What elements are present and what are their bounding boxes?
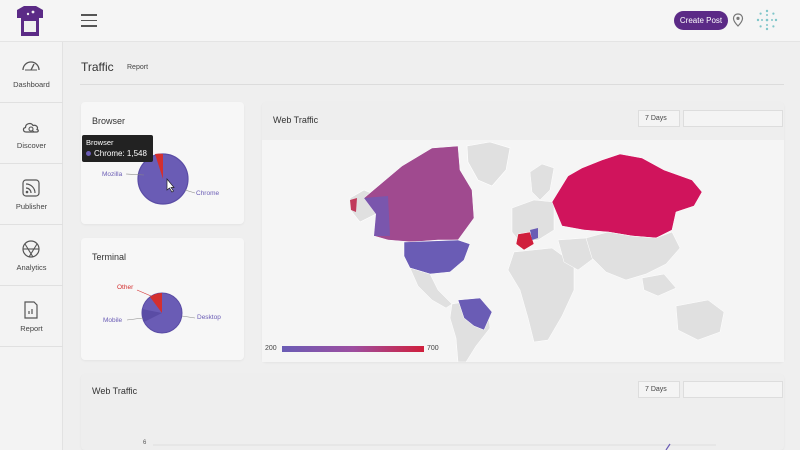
mobile-label: Mobile	[103, 317, 123, 324]
cloud-search-icon	[22, 122, 39, 133]
browser-pie-chart	[125, 153, 196, 205]
mobile-leader-line	[126, 317, 144, 321]
terminal-card: Terminal Other Mobile Desktop	[81, 238, 244, 360]
sidebar-item-discover[interactable]: Discover	[0, 103, 63, 164]
web-traffic-line-card: Web Traffic 7 Days 6	[81, 374, 784, 450]
chrome-leader-line	[184, 189, 196, 194]
tooltip-title: Browser	[86, 138, 114, 147]
region-alaska-west[interactable]	[350, 198, 357, 212]
region-russia[interactable]	[551, 153, 703, 239]
menu-toggle-icon[interactable]	[81, 14, 97, 27]
sidebar-item-label: Publisher	[15, 202, 48, 211]
chrome-label: Chrome	[196, 190, 220, 197]
top-bar: Create Post	[0, 0, 800, 42]
sidebar-item-label: Analytics	[16, 263, 47, 272]
page-title: Traffic	[81, 60, 114, 74]
legend-min-label: 200	[265, 345, 277, 352]
date-range-select[interactable]: 7 Days	[638, 110, 680, 127]
page-subtitle: Report	[127, 64, 149, 71]
sidebar-item-report[interactable]: Report	[0, 286, 63, 347]
sidebar-item-label: Report	[20, 324, 43, 333]
region-usa[interactable]	[403, 239, 471, 275]
desktop-leader-line	[181, 315, 196, 319]
create-post-button[interactable]: Create Post	[674, 11, 728, 30]
browser-card: Browser Mozilla Chrome	[81, 102, 244, 224]
sidebar-item-label: Dashboard	[13, 80, 50, 89]
world-map-svg	[349, 141, 725, 362]
region-greenland[interactable]	[466, 141, 511, 187]
mozilla-label: Mozilla	[102, 171, 123, 178]
logo-icon[interactable]	[11, 4, 49, 38]
web-traffic-title: Web Traffic	[273, 115, 319, 125]
date-range-input[interactable]	[683, 110, 783, 127]
color-scale-legend	[282, 346, 424, 352]
profile-logo-icon[interactable]	[755, 8, 779, 32]
chart-tooltip: Browser Chrome: 1,548	[82, 135, 153, 162]
document-chart-icon	[24, 301, 38, 319]
sidebar-item-dashboard[interactable]: Dashboard	[0, 42, 63, 103]
rss-icon	[22, 179, 40, 197]
desktop-label: Desktop	[197, 314, 221, 321]
sidebar-item-label: Discover	[16, 141, 47, 150]
web-traffic-map-card: Web Traffic 7 Days	[262, 102, 784, 362]
gauge-icon	[22, 61, 40, 71]
sidebar-item-analytics[interactable]: Analytics	[0, 225, 63, 286]
tooltip-value-row: Chrome: 1,548	[86, 149, 149, 158]
world-map	[262, 140, 784, 362]
region-asia[interactable]	[585, 231, 681, 281]
other-label: Other	[117, 284, 134, 291]
aperture-icon	[22, 240, 40, 258]
region-southeast-asia[interactable]	[641, 273, 677, 297]
region-australia[interactable]	[675, 299, 725, 341]
tooltip-value: Chrome: 1,548	[94, 149, 147, 158]
other-leader-line	[136, 289, 152, 297]
sidebar: Dashboard Discover Publisher Analytics R…	[0, 42, 63, 450]
sidebar-item-publisher[interactable]: Publisher	[0, 164, 63, 225]
location-pin-icon[interactable]	[732, 13, 744, 27]
region-scandinavia[interactable]	[529, 163, 555, 201]
legend-max-label: 700	[427, 345, 439, 352]
terminal-pie-chart	[126, 289, 196, 334]
header-divider	[80, 84, 784, 85]
series-dot-icon	[86, 151, 91, 156]
web-traffic-line-chart	[153, 443, 716, 450]
